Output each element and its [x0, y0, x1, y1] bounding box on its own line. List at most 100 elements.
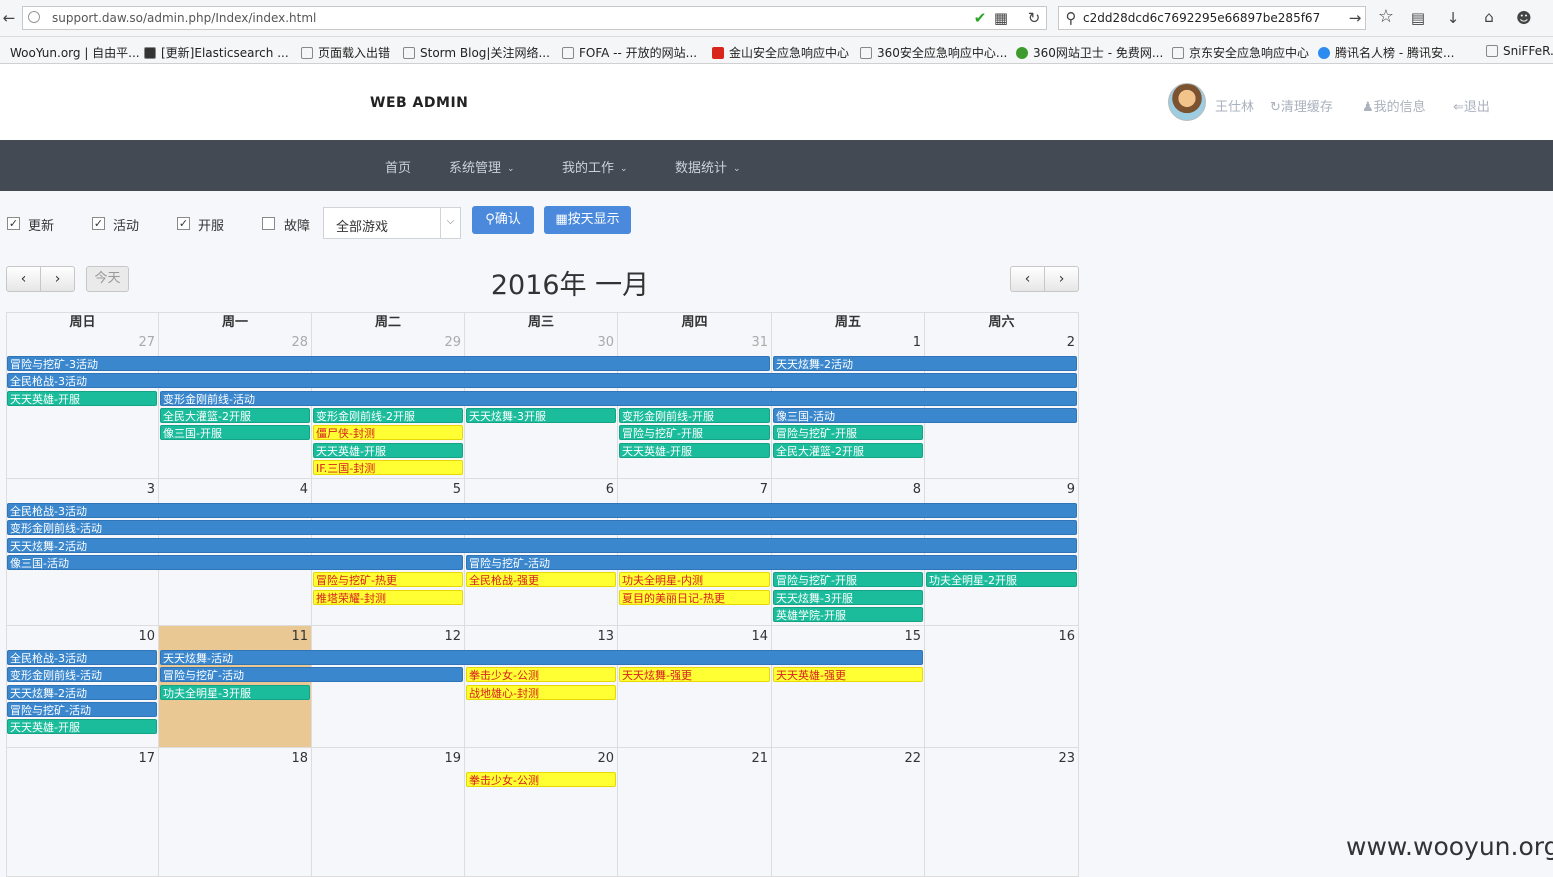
bookmark-item[interactable]: 京东安全应急响应中心 [1172, 44, 1309, 61]
nav-my-work[interactable]: 我的工作 ⌄ [562, 157, 628, 176]
nav-stats[interactable]: 数据统计 ⌄ [675, 157, 741, 176]
calendar-event[interactable]: 天天炫舞-2活动 [773, 356, 1077, 371]
day-cell[interactable]: 17 [6, 748, 159, 877]
reload-icon[interactable]: ↻ [1025, 10, 1043, 26]
calendar-event[interactable]: IF.三国-封测 [313, 459, 463, 475]
open-checkbox[interactable]: ✓ [177, 217, 190, 230]
nav-system[interactable]: 系统管理 ⌄ [449, 157, 515, 176]
calendar-event[interactable]: 像三国-活动 [7, 554, 463, 570]
calendar-event[interactable]: 冒险与挖矿-开服 [773, 425, 923, 441]
calendar-event[interactable]: 天天英雄-开服 [7, 390, 157, 406]
update-checkbox[interactable]: ✓ [7, 217, 20, 230]
calendar-event[interactable]: 变形金刚前线-开服 [619, 407, 770, 423]
calendar-event[interactable]: 冒险与挖矿-活动 [466, 554, 1077, 570]
bookmark-item[interactable]: WooYun.org | 自由平... [10, 44, 140, 61]
bookmark-item[interactable]: 360安全应急响应中心... [860, 44, 1007, 61]
prev-year-button[interactable]: ‹ [1010, 266, 1045, 292]
download-icon[interactable]: ↓ [1444, 10, 1462, 26]
shield-icon[interactable]: ✔ [971, 10, 989, 26]
calendar-event[interactable]: 天天炫舞-活动 [160, 650, 923, 665]
calendar-event[interactable]: 拳击少女-公测 [466, 772, 616, 787]
calendar-event[interactable]: 天天英雄-开服 [313, 442, 463, 458]
calendar-event[interactable]: 天天英雄-开服 [7, 719, 157, 735]
calendar-event[interactable]: 僵尸侠-封测 [313, 425, 463, 441]
calendar-event[interactable]: 冒险与挖矿-开服 [619, 425, 770, 441]
my-info-link[interactable]: ♟我的信息 [1362, 96, 1426, 115]
day-cell[interactable]: 20 [465, 748, 618, 877]
calendar-event[interactable]: 天天炫舞-3开服 [773, 589, 923, 605]
fault-checkbox[interactable] [262, 217, 275, 230]
day-number: 6 [605, 482, 614, 497]
calendar-event[interactable]: 冒险与挖矿-开服 [773, 572, 923, 588]
calendar-event[interactable]: 变形金刚前线-活动 [7, 667, 157, 683]
calendar-event[interactable]: 天天炫舞-2活动 [7, 537, 1077, 553]
day-cell[interactable]: 15 [772, 626, 925, 748]
calendar-event[interactable]: 冒险与挖矿-3活动 [7, 356, 770, 371]
go-arrow-icon[interactable]: → [1346, 10, 1364, 26]
bookmark-item[interactable]: 金山安全应急响应中心 [712, 44, 849, 61]
calendar-event[interactable]: 英雄学院-开服 [773, 606, 923, 622]
day-cell[interactable]: 12 [312, 626, 465, 748]
calendar-event[interactable]: 天天炫舞-2活动 [7, 684, 157, 700]
calendar-event[interactable]: 冒险与挖矿-活动 [160, 667, 463, 683]
prev-month-button[interactable]: ‹ [6, 266, 41, 292]
day-cell[interactable]: 16 [925, 626, 1079, 748]
calendar-event[interactable]: 功夫全明星-2开服 [926, 572, 1077, 588]
bookmark-item[interactable]: Storm Blog|关注网络... [403, 44, 550, 61]
calendar-event[interactable]: 天天炫舞-强更 [619, 667, 770, 683]
bookmark-item[interactable]: 腾讯名人榜 - 腾讯安... [1318, 44, 1454, 61]
nav-home[interactable]: 首页 [385, 157, 411, 176]
calendar-event[interactable]: 全民大灌篮-2开服 [160, 407, 310, 423]
chat-icon[interactable]: ☻ [1515, 10, 1533, 26]
day-cell[interactable]: 22 [772, 748, 925, 877]
bookmark-item[interactable]: 页面载入出错 [301, 44, 390, 61]
user-name[interactable]: 王仕林 [1215, 96, 1254, 115]
confirm-button[interactable]: ⚲确认 [472, 206, 534, 234]
calendar-event[interactable]: 像三国-活动 [773, 407, 1077, 423]
calendar-event[interactable]: 变形金刚前线-2开服 [313, 407, 463, 423]
calendar-event[interactable]: 像三国-开服 [160, 425, 310, 441]
calendar-event[interactable]: 冒险与挖矿-热更 [313, 572, 463, 588]
bookmark-item[interactable]: FOFA -- 开放的网站... [562, 44, 697, 61]
logout-link[interactable]: ⇐退出 [1453, 96, 1490, 115]
calendar-event[interactable]: 功夫全明星-内测 [619, 572, 770, 588]
day-cell[interactable]: 21 [618, 748, 772, 877]
day-cell[interactable]: 23 [925, 748, 1079, 877]
calendar-event[interactable]: 天天炫舞-3开服 [466, 407, 616, 423]
brand-logo[interactable]: WEB ADMIN [370, 95, 468, 111]
calendar-event[interactable]: 全民枪战-3活动 [7, 373, 1077, 389]
calendar-event[interactable]: 战地雄心-封测 [466, 684, 616, 700]
day-cell[interactable]: 14 [618, 626, 772, 748]
calendar-event[interactable]: 夏目的美丽日记-热更 [619, 589, 770, 605]
calendar-event[interactable]: 冒险与挖矿-活动 [7, 701, 157, 717]
day-cell[interactable]: 19 [312, 748, 465, 877]
calendar-event[interactable]: 推塔荣耀-封测 [313, 589, 463, 605]
next-month-button[interactable]: › [40, 266, 75, 292]
calendar-event[interactable]: 天天英雄-强更 [773, 667, 923, 683]
home-icon[interactable]: ⌂ [1480, 9, 1498, 25]
next-year-button[interactable]: › [1044, 266, 1079, 292]
star-icon[interactable]: ☆ [1377, 8, 1395, 26]
back-icon[interactable]: ← [0, 10, 18, 26]
qrcode-icon[interactable]: ▦ [992, 10, 1010, 26]
calendar-event[interactable]: 全民枪战-3活动 [7, 650, 157, 665]
calendar-event[interactable]: 拳击少女-公测 [466, 667, 616, 683]
clear-cache-link[interactable]: ↻清理缓存 [1270, 96, 1333, 115]
calendar-event[interactable]: 全民大灌篮-2开服 [773, 442, 923, 458]
calendar-event[interactable]: 全民枪战-强更 [466, 572, 616, 588]
reading-list-icon[interactable]: ▤ [1409, 10, 1427, 26]
calendar-event[interactable]: 天天英雄-开服 [619, 442, 770, 458]
avatar[interactable] [1168, 83, 1206, 121]
today-button[interactable]: 今天 [86, 266, 129, 292]
calendar-event[interactable]: 变形金刚前线-活动 [7, 520, 1077, 536]
activity-checkbox[interactable]: ✓ [92, 217, 105, 230]
calendar-event[interactable]: 变形金刚前线-活动 [160, 390, 1077, 406]
chevron-down-icon[interactable]: ⌵ [440, 207, 460, 239]
bookmark-item[interactable]: SniFFeR... [1486, 44, 1553, 58]
by-day-button[interactable]: ▦按天显示 [544, 206, 631, 234]
bookmark-item[interactable]: [更新]Elasticsearch ... [144, 44, 289, 61]
calendar-event[interactable]: 全民枪战-3活动 [7, 503, 1077, 518]
bookmark-item[interactable]: 360网站卫士 - 免费网... [1016, 44, 1163, 61]
day-cell[interactable]: 18 [159, 748, 312, 877]
calendar-event[interactable]: 功夫全明星-3开服 [160, 684, 310, 700]
